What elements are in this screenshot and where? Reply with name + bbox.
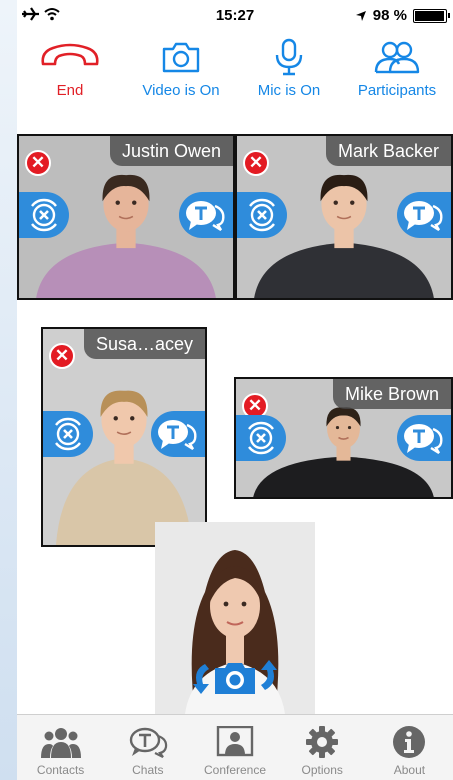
remove-participant-button[interactable] — [237, 192, 287, 238]
chats-icon — [129, 727, 167, 758]
end-call-label: End — [56, 82, 84, 99]
location-arrow-icon — [355, 10, 366, 21]
tab-label: Conference — [203, 763, 267, 777]
participant-name: Susa…acey — [83, 329, 205, 359]
remove-participant-icon — [55, 417, 81, 451]
participant-name: Justin Owen — [109, 136, 233, 166]
chat-participant-button[interactable] — [179, 192, 233, 238]
video-label: Video is On — [142, 82, 220, 99]
camera-icon — [162, 42, 200, 73]
gear-icon — [306, 726, 339, 758]
contacts-icon — [40, 728, 81, 758]
close-icon: ✕ — [30, 153, 46, 172]
tab-contacts[interactable]: Contacts — [17, 715, 104, 780]
phone-hangup-icon — [41, 43, 99, 66]
battery-level — [415, 10, 445, 21]
app-screen: 15:27 98 % End Video is On Mic is On Par… — [17, 0, 453, 780]
mic-label: Mic is On — [257, 82, 321, 99]
tab-label: About — [393, 763, 426, 777]
tab-about[interactable]: About — [366, 715, 453, 780]
close-icon: ✕ — [247, 396, 263, 415]
screen-edge — [0, 0, 17, 780]
switch-camera-button[interactable] — [187, 654, 283, 700]
participant-tile[interactable]: Susa…acey ✕ — [41, 327, 207, 547]
tab-label: Chats — [132, 763, 164, 777]
self-preview — [155, 522, 315, 714]
chat-bubble-icon — [158, 420, 197, 451]
switch-camera-icon — [193, 660, 277, 694]
participant-name: Mark Backer — [325, 136, 451, 166]
info-icon — [393, 726, 426, 758]
close-feed-button[interactable]: ✕ — [25, 150, 51, 176]
end-call-button[interactable]: End — [33, 34, 107, 99]
tab-bar: Contacts Chats Conference Options About — [17, 714, 453, 780]
tab-conference[interactable]: Conference — [191, 715, 278, 780]
remove-participant-icon — [31, 198, 57, 232]
chat-participant-button[interactable] — [151, 411, 205, 457]
participant-name: Mike Brown — [332, 379, 451, 409]
close-icon: ✕ — [54, 346, 70, 365]
status-bar: 15:27 98 % — [17, 0, 453, 32]
close-feed-button[interactable]: ✕ — [243, 150, 269, 176]
close-feed-button[interactable]: ✕ — [49, 343, 75, 369]
conference-icon — [216, 726, 254, 757]
video-toggle-button[interactable]: Video is On — [131, 34, 231, 99]
participants-icon — [374, 41, 420, 74]
call-toolbar: End Video is On Mic is On Participants — [17, 34, 453, 108]
chat-participant-button[interactable] — [397, 192, 451, 238]
participant-tile[interactable]: Mike Brown ✕ — [234, 377, 453, 499]
participants-button[interactable]: Participants — [347, 34, 447, 99]
remove-participant-icon — [249, 198, 275, 232]
chat-bubble-icon — [186, 201, 225, 232]
tab-chats[interactable]: Chats — [104, 715, 191, 780]
tab-label: Options — [301, 763, 343, 777]
tab-label: Contacts — [36, 763, 85, 777]
remove-participant-button[interactable] — [43, 411, 93, 457]
participants-label: Participants — [357, 82, 437, 99]
participant-tile[interactable]: Mark Backer ✕ — [235, 134, 453, 300]
chat-bubble-icon — [404, 424, 443, 455]
remove-participant-button[interactable] — [19, 192, 69, 238]
chat-bubble-icon — [404, 201, 443, 232]
remove-participant-icon — [248, 421, 274, 455]
remove-participant-button[interactable] — [236, 415, 286, 461]
tab-options[interactable]: Options — [279, 715, 366, 780]
battery-icon — [413, 8, 450, 23]
battery-percent: 98 % — [372, 7, 407, 24]
mic-toggle-button[interactable]: Mic is On — [249, 34, 329, 99]
participant-tile[interactable]: Justin Owen ✕ — [17, 134, 235, 300]
status-right: 98 % — [355, 7, 450, 24]
microphone-icon — [275, 38, 303, 76]
chat-participant-button[interactable] — [397, 415, 451, 461]
close-icon: ✕ — [248, 153, 264, 172]
